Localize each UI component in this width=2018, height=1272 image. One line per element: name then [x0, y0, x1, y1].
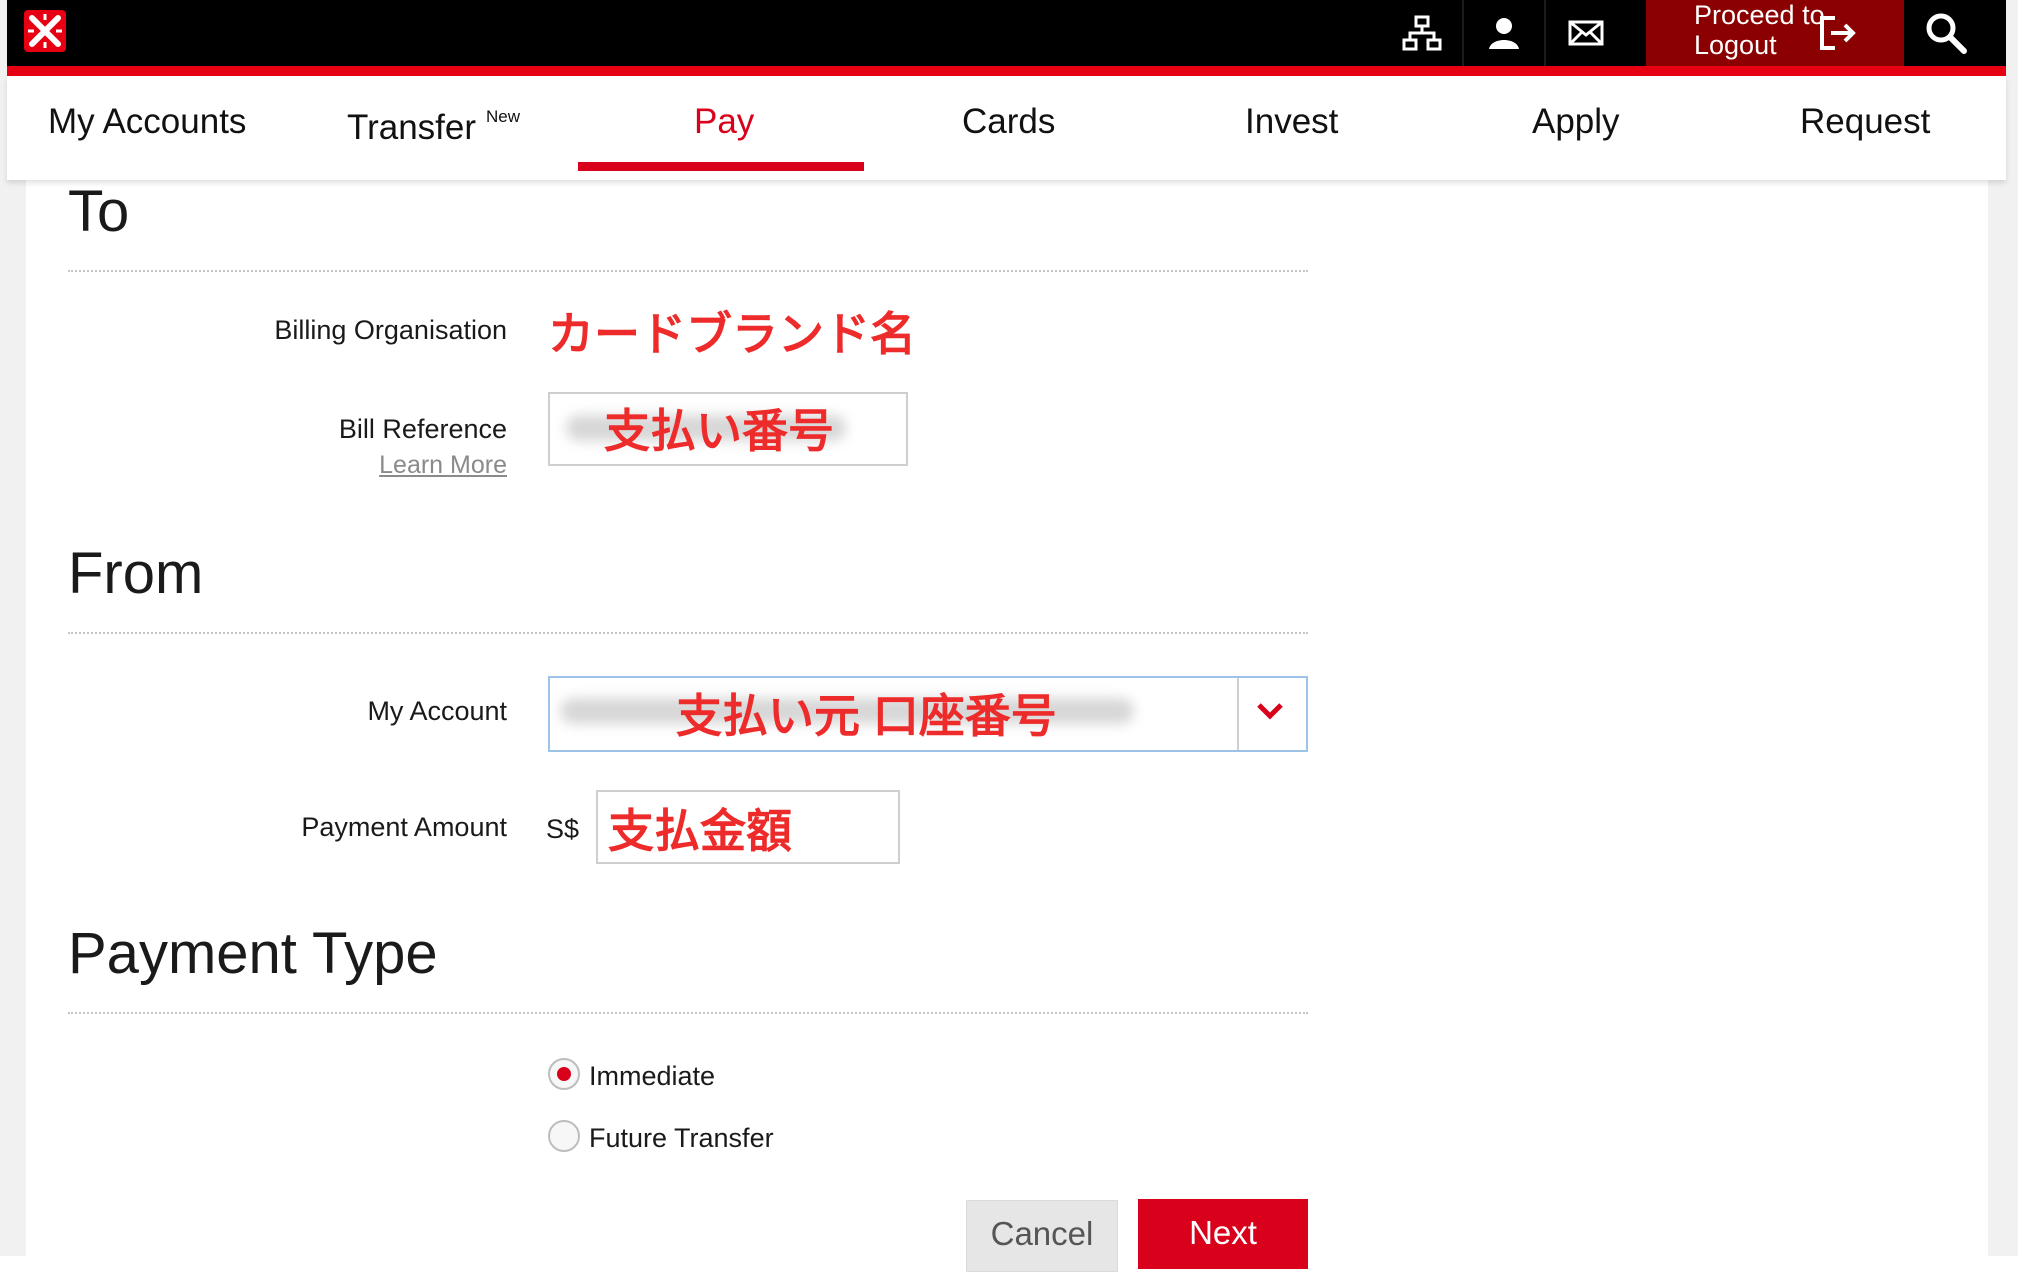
section-divider [68, 632, 1308, 634]
nav-request[interactable]: Request [1800, 102, 1930, 142]
bill-reference-label: Bill Reference [338, 414, 507, 444]
section-title-to: To [68, 179, 130, 244]
cancel-button[interactable]: Cancel [966, 1200, 1118, 1272]
user-icon[interactable] [1464, 0, 1544, 66]
currency-label: S$ [546, 814, 580, 844]
my-account-label: My Account [367, 696, 507, 726]
nav-apply[interactable]: Apply [1532, 102, 1620, 142]
billing-organisation-label: Billing Organisation [274, 315, 507, 345]
search-icon[interactable] [1906, 0, 1986, 66]
nav-cards[interactable]: Cards [962, 102, 1055, 142]
radio-future-transfer[interactable] [548, 1120, 580, 1152]
nav-my-accounts[interactable]: My Accounts [48, 102, 246, 142]
billing-organisation-value: カードブランド名 [548, 308, 916, 360]
section-title-payment-type: Payment Type [68, 921, 438, 986]
learn-more-link[interactable]: Learn More [379, 451, 507, 480]
section-divider [68, 270, 1308, 272]
account-select-value: 支払い元 口座番号 [676, 690, 1057, 742]
select-divider [1237, 678, 1239, 750]
section-title-from: From [68, 541, 204, 606]
bank-logo[interactable] [24, 10, 66, 52]
new-badge: New [486, 107, 521, 127]
sitemap-icon[interactable] [1382, 0, 1462, 66]
logout-icon [1798, 0, 1878, 66]
payment-amount-label: Payment Amount [301, 812, 507, 842]
top-bar-accent [7, 66, 2006, 76]
section-divider [68, 1012, 1308, 1014]
mail-icon[interactable] [1546, 0, 1626, 66]
chevron-down-icon[interactable] [1255, 700, 1285, 727]
radio-immediate[interactable] [548, 1058, 580, 1090]
nav-active-indicator [578, 162, 864, 171]
nav-transfer[interactable]: Transfer New [347, 107, 521, 148]
radio-selected-dot [557, 1067, 571, 1081]
payment-amount-value: 支払金額 [608, 805, 792, 857]
nav-invest[interactable]: Invest [1245, 102, 1338, 142]
bill-reference-value: 支払い番号 [604, 405, 834, 457]
next-button[interactable]: Next [1138, 1199, 1308, 1269]
nav-pay[interactable]: Pay [694, 102, 754, 142]
radio-future-transfer-label: Future Transfer [589, 1123, 774, 1153]
radio-immediate-label: Immediate [589, 1061, 716, 1091]
